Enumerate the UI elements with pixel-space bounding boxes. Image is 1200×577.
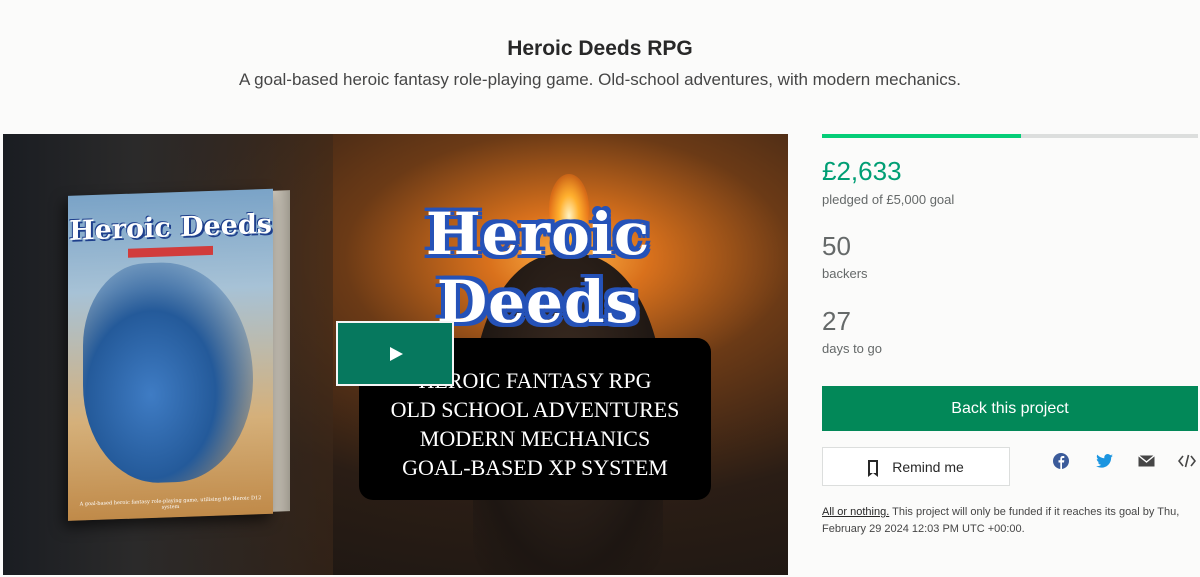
game-logo: Heroic Deeds — [425, 200, 651, 336]
twitter-icon[interactable] — [1093, 450, 1115, 472]
feature-item: MODERN MECHANICS — [419, 426, 651, 451]
project-header: Heroic Deeds RPG A goal-based heroic fan… — [0, 0, 1200, 130]
days-remaining: 27 — [822, 306, 851, 336]
funding-panel: £2,633 pledged of £5,000 goal 50 backers… — [822, 134, 1198, 575]
funding-disclaimer: All or nothing. This project will only b… — [822, 504, 1200, 538]
project-title: Heroic Deeds RPG — [507, 37, 693, 60]
play-icon — [390, 346, 403, 361]
play-video-button[interactable] — [336, 321, 454, 386]
funding-progress-bar — [822, 134, 1198, 138]
days-label: days to go — [822, 341, 882, 356]
all-or-nothing-link[interactable]: All or nothing. — [822, 506, 889, 518]
pledged-amount: £2,633 — [822, 156, 902, 186]
project-video[interactable]: Heroic Deeds A goal-based heroic fantasy… — [3, 134, 788, 575]
feature-item: GOAL-BASED XP SYSTEM — [402, 455, 668, 480]
backers-count: 50 — [822, 231, 851, 261]
book-cover-tagline: A goal-based heroic fantasy role-playing… — [79, 495, 262, 511]
book-cover-banner — [128, 245, 213, 258]
book-spine — [270, 190, 290, 512]
pledged-label: pledged of £5,000 goal — [822, 192, 955, 207]
back-project-button[interactable]: Back this project — [822, 386, 1198, 431]
remind-me-label: Remind me — [892, 458, 964, 475]
book-cover: Heroic Deeds A goal-based heroic fantasy… — [68, 188, 273, 521]
book-cover-title: Heroic Deeds — [69, 208, 272, 247]
project-subtitle: A goal-based heroic fantasy role-playing… — [239, 70, 961, 89]
email-icon[interactable] — [1135, 450, 1157, 472]
facebook-icon[interactable] — [1050, 450, 1072, 472]
funding-progress-fill — [822, 134, 1022, 138]
feature-item: OLD SCHOOL ADVENTURES — [390, 397, 680, 422]
rulebook-image: Heroic Deeds A goal-based heroic fantasy… — [68, 188, 290, 521]
remind-me-button[interactable]: Remind me — [822, 447, 1010, 486]
backers-label: backers — [822, 266, 868, 281]
dragon-illustration — [83, 259, 253, 486]
bookmark-icon — [868, 460, 879, 477]
embed-icon[interactable] — [1176, 450, 1198, 472]
